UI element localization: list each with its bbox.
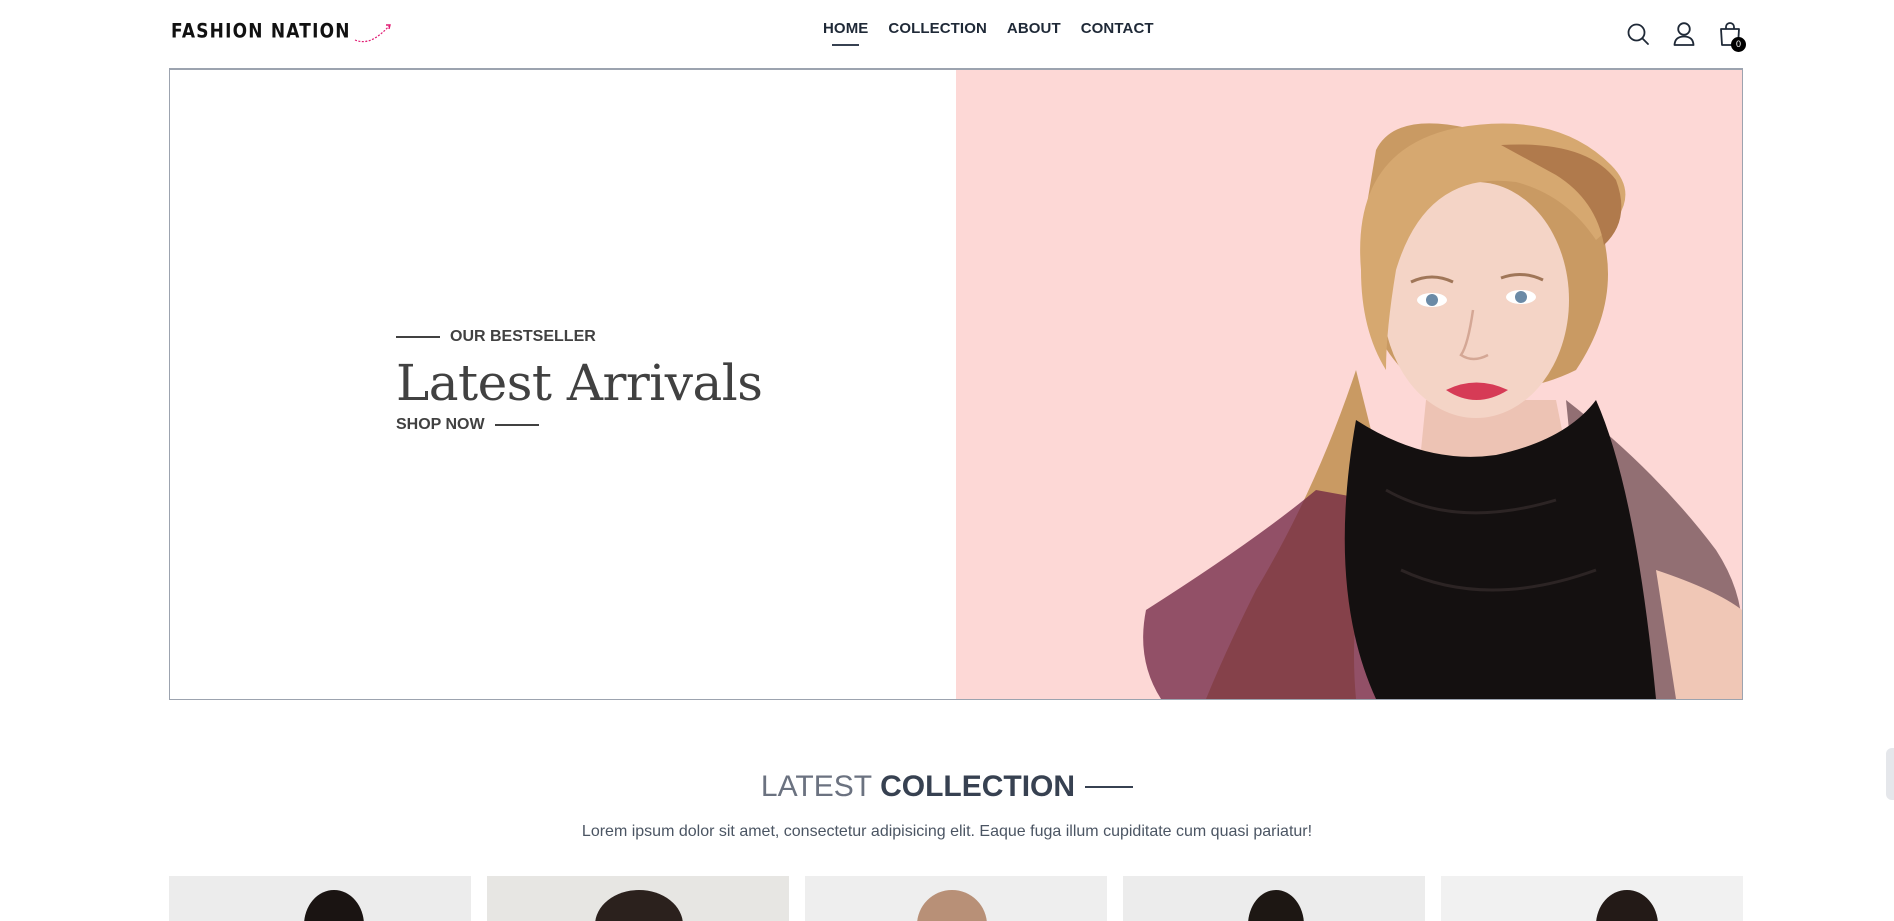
search-icon[interactable]: [1625, 20, 1651, 48]
cart-icon[interactable]: 0: [1717, 20, 1746, 52]
navbar: FASHION NATION HOME COLLECTION ABOUT CON…: [169, 0, 1746, 69]
nav-about[interactable]: ABOUT: [1007, 20, 1061, 37]
product-card[interactable]: [487, 876, 789, 921]
nav-icons: 0: [1625, 20, 1746, 52]
main-nav: HOME COLLECTION ABOUT CONTACT: [823, 20, 1154, 46]
section-title-bold: COLLECTION: [880, 770, 1076, 803]
product-image: [917, 890, 987, 921]
section-title-line: [1085, 786, 1134, 788]
model-illustration: [1143, 123, 1742, 699]
product-card[interactable]: [1441, 876, 1743, 921]
eyebrow-line: [396, 336, 440, 338]
shop-now-line: [494, 424, 539, 426]
cart-count-badge: 0: [1731, 37, 1746, 52]
nav-contact[interactable]: CONTACT: [1081, 20, 1154, 37]
section-title: LATEST COLLECTION: [0, 770, 1894, 804]
logo-text: FASHION NATION: [171, 20, 351, 43]
product-image: [1596, 890, 1658, 921]
shop-now-label: SHOP NOW: [396, 416, 485, 433]
shop-now-button[interactable]: SHOP NOW: [396, 416, 762, 434]
profile-icon[interactable]: [1671, 20, 1697, 48]
logo-swoosh-icon: [354, 24, 391, 43]
product-grid: [169, 876, 1743, 921]
product-card[interactable]: [1123, 876, 1425, 921]
product-card[interactable]: [169, 876, 471, 921]
side-scroll-tab[interactable]: [1886, 748, 1894, 800]
section-title-light: LATEST: [760, 770, 873, 803]
hero-eyebrow: OUR BESTSELLER: [396, 328, 762, 346]
product-image: [304, 890, 364, 921]
hero-banner: OUR BESTSELLER Latest Arrivals SHOP NOW: [169, 69, 1743, 700]
eyebrow-text: OUR BESTSELLER: [450, 328, 596, 345]
nav-home[interactable]: HOME: [823, 20, 868, 46]
product-card[interactable]: [805, 876, 1107, 921]
logo[interactable]: FASHION NATION: [171, 20, 393, 50]
product-image: [595, 890, 683, 921]
hero-text: OUR BESTSELLER Latest Arrivals SHOP NOW: [396, 328, 763, 434]
hero-text-panel: OUR BESTSELLER Latest Arrivals SHOP NOW: [170, 70, 956, 699]
section-subtitle: Lorem ipsum dolor sit amet, consectetur …: [581, 823, 1313, 840]
hero-title: Latest Arrivals: [396, 354, 763, 412]
hero-image: [956, 70, 1742, 699]
nav-collection[interactable]: COLLECTION: [888, 20, 987, 37]
product-image: [1248, 890, 1304, 921]
